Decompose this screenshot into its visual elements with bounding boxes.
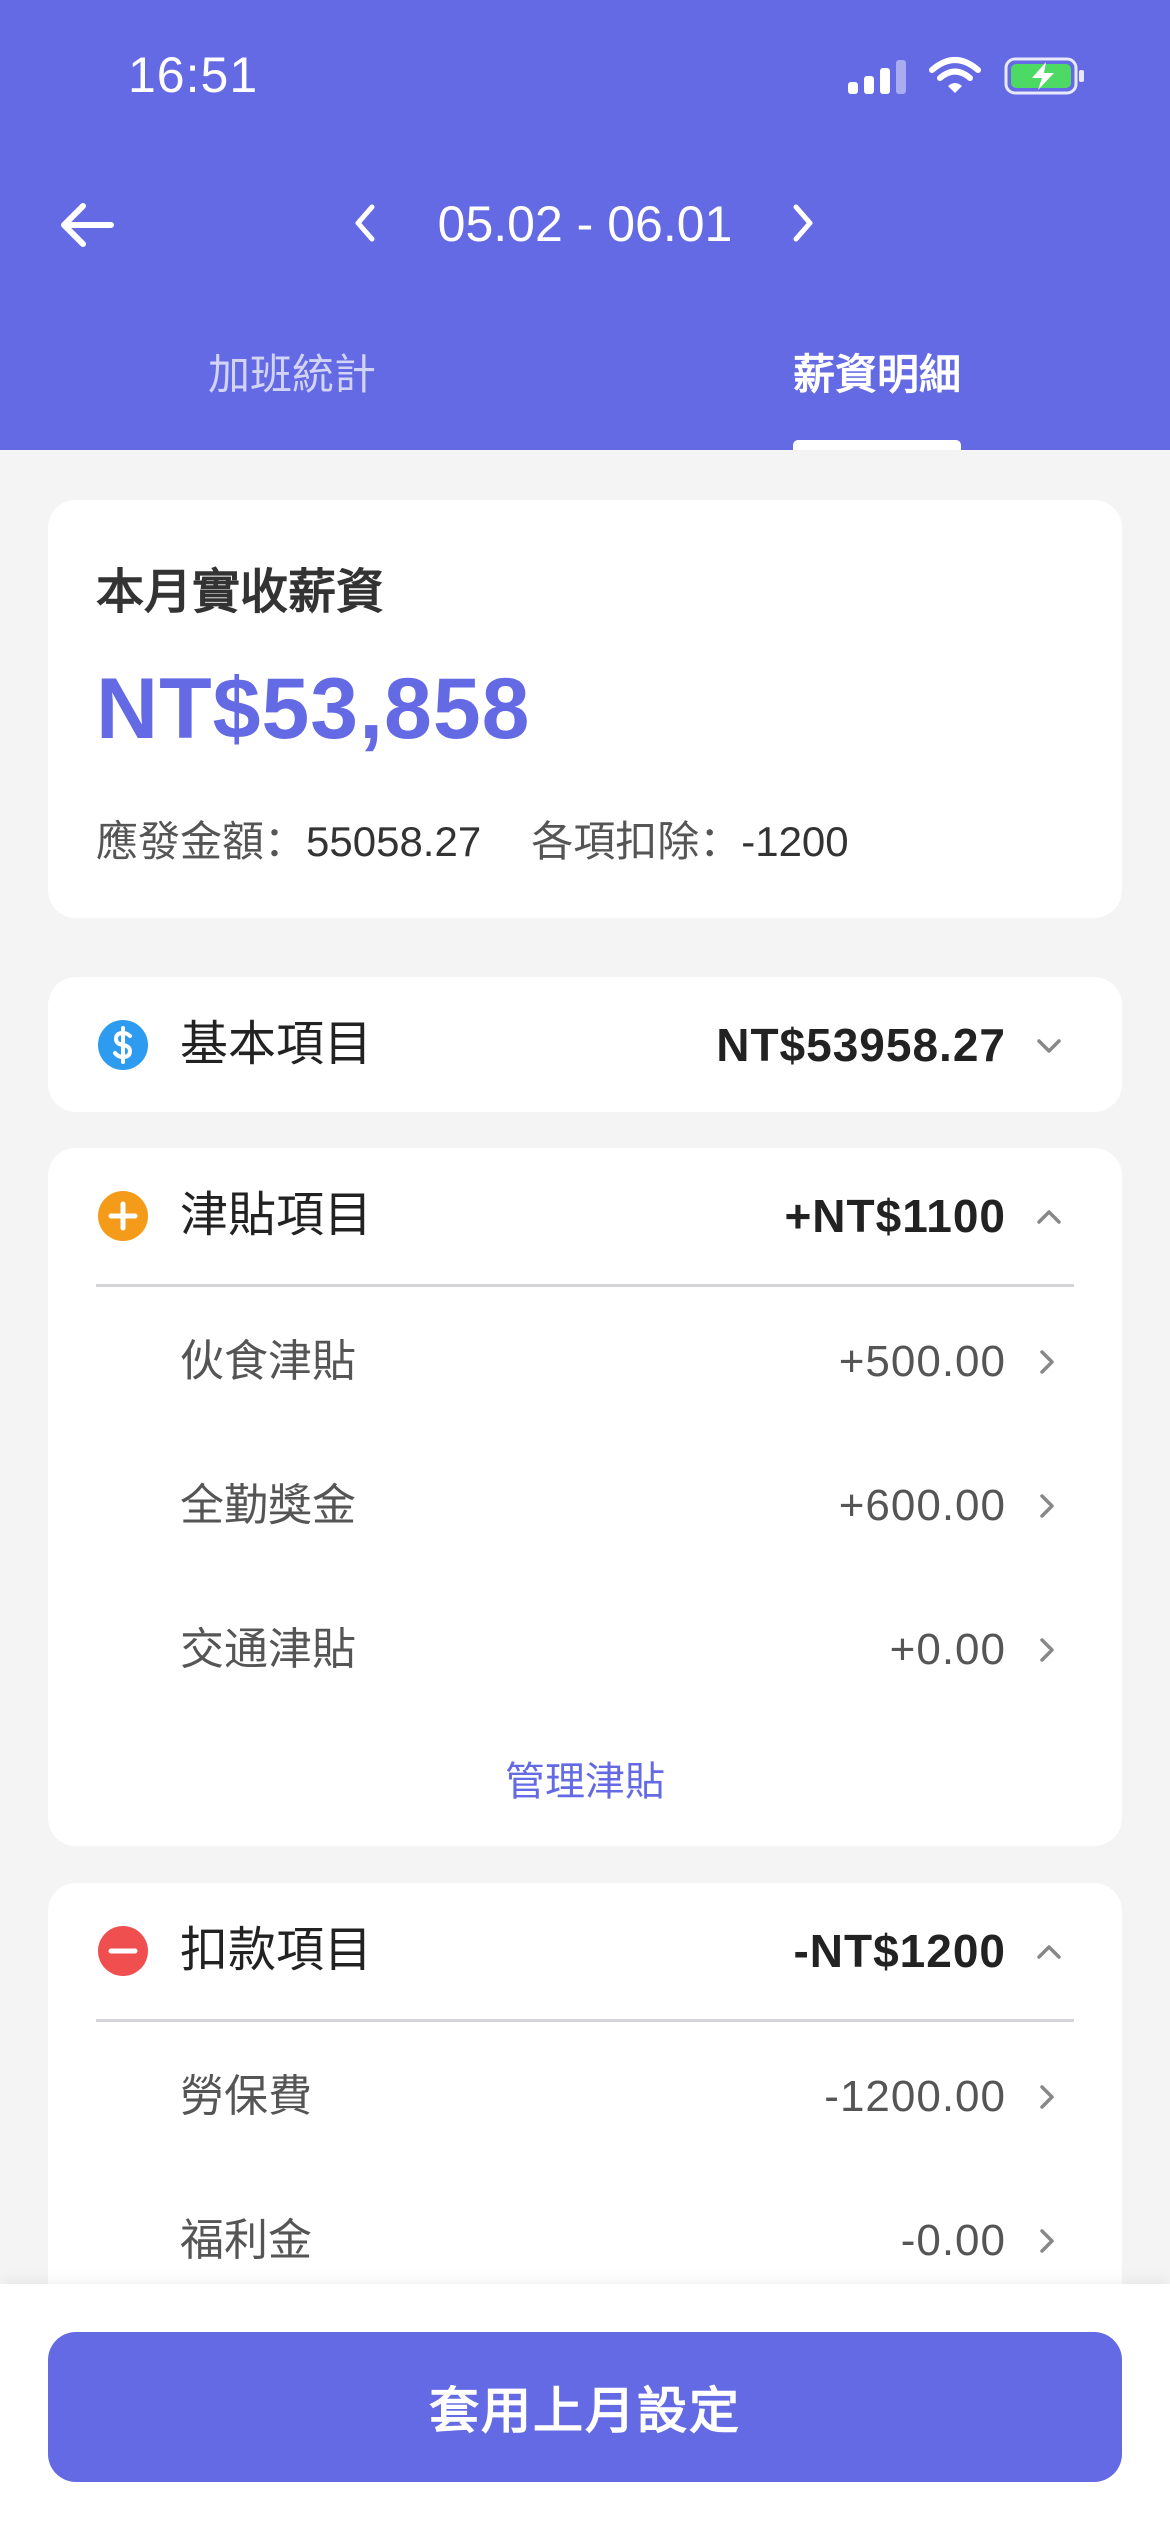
signal-icon (848, 58, 906, 94)
deduction-row-labor-insurance[interactable]: 勞保費 -1200.00 (48, 2023, 1122, 2167)
chevron-right-icon (1040, 2229, 1054, 2253)
row-value: -0.00 (900, 2216, 1006, 2265)
row-value: +500.00 (838, 1337, 1006, 1386)
chevron-up-icon (1037, 1210, 1061, 1224)
battery-charging-icon (1004, 57, 1084, 95)
divider (96, 2019, 1074, 2022)
deduction-total-label: 各項扣除： (531, 818, 742, 865)
net-salary-title: 本月實收薪資 (96, 566, 385, 619)
minus-circle-icon (98, 1926, 148, 1976)
allowance-row-attendance[interactable]: 全勤獎金 +600.00 (48, 1432, 1122, 1576)
tab-overtime-stats[interactable]: 加班統計 (208, 345, 376, 405)
back-button[interactable] (52, 190, 122, 260)
basic-items-title: 基本項目 (180, 1018, 373, 1071)
gross-label: 應發金額： (96, 818, 307, 865)
gross-value: 55058.27 (306, 818, 482, 865)
manage-allowance-link[interactable]: 管理津貼 (48, 1754, 1122, 1810)
basic-items-header[interactable]: 基本項目 NT$53958.27 (48, 977, 1122, 1113)
chevron-down-icon (1037, 1039, 1061, 1053)
chevron-left-icon (355, 204, 375, 242)
row-value: +600.00 (838, 1481, 1006, 1530)
arrow-left-icon (61, 203, 114, 247)
allowance-items-amount: +NT$1100 (784, 1190, 1006, 1242)
deduction-total-value: -1200 (741, 818, 849, 865)
deduction-items-header[interactable]: 扣款項目 -NT$1200 (48, 1883, 1122, 2019)
allowance-row-transport[interactable]: 交通津貼 +0.00 (48, 1576, 1122, 1720)
allowance-row-meal[interactable]: 伙食津貼 +500.00 (48, 1288, 1122, 1432)
row-label: 福利金 (180, 2216, 312, 2265)
chevron-right-icon (1040, 1494, 1054, 1518)
divider (96, 1284, 1074, 1287)
row-label: 伙食津貼 (180, 1337, 356, 1386)
header: 16:51 05.02 - 06.01 加班統計 薪資明細 (0, 0, 1170, 450)
allowance-items-title: 津貼項目 (180, 1189, 373, 1242)
basic-items-amount: NT$53958.27 (716, 1019, 1006, 1071)
chevron-right-icon (1040, 1638, 1054, 1662)
chevron-right-icon (1040, 2085, 1054, 2109)
deduction-items-title: 扣款項目 (180, 1924, 373, 1977)
row-label: 全勤獎金 (180, 1481, 356, 1530)
row-label: 交通津貼 (180, 1625, 356, 1674)
row-label: 勞保費 (180, 2072, 312, 2121)
next-period-button[interactable] (773, 193, 833, 253)
status-time: 16:51 (128, 47, 259, 103)
basic-items-section: 基本項目 NT$53958.27 (48, 977, 1122, 1112)
chevron-right-icon (1040, 1350, 1054, 1374)
row-value: +0.00 (889, 1625, 1006, 1674)
footer-bar: 套用上月設定 (0, 2284, 1170, 2532)
net-salary-card: 本月實收薪資 NT$53,858 應發金額：55058.27 各項扣除：-1200 (48, 500, 1122, 918)
deduction-items-amount: -NT$1200 (793, 1925, 1006, 1977)
chevron-right-icon (793, 204, 813, 242)
salary-breakdown: 應發金額：55058.27 各項扣除：-1200 (96, 808, 849, 869)
date-range: 05.02 - 06.01 (437, 196, 733, 252)
allowance-items-header[interactable]: 津貼項目 +NT$1100 (48, 1148, 1122, 1284)
tab-salary-details[interactable]: 薪資明細 (793, 345, 961, 405)
plus-circle-icon (98, 1191, 148, 1241)
allowance-items-section: 津貼項目 +NT$1100 伙食津貼 +500.00 全勤獎金 +600.00 … (48, 1148, 1122, 1846)
net-salary-amount: NT$53,858 (96, 661, 531, 757)
prev-period-button[interactable] (335, 193, 395, 253)
row-value: -1200.00 (824, 2072, 1006, 2121)
wifi-icon (929, 57, 981, 93)
chevron-up-icon (1037, 1945, 1061, 1959)
active-tab-indicator (793, 440, 961, 450)
status-icons (848, 56, 1086, 96)
dollar-circle-icon (98, 1020, 148, 1070)
apply-last-month-button[interactable]: 套用上月設定 (48, 2332, 1122, 2482)
